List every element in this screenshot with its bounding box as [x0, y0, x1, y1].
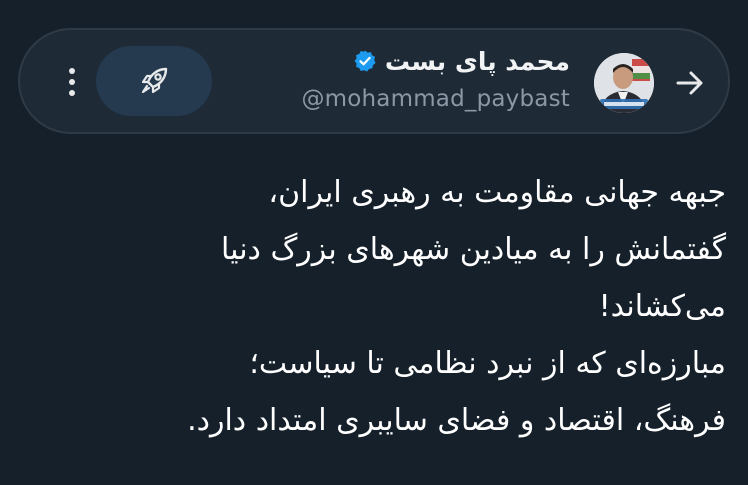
profile-header-bar: محمد پای بست @mohammad_paybast — [18, 28, 730, 134]
tweet-line: جبهه جهانی مقاومت به رهبری ایران، — [268, 175, 726, 210]
display-name[interactable]: محمد پای بست — [385, 47, 570, 76]
tweet-line: مبارزه‌ای که از نبرد نظامی تا سیاست؛ — [249, 346, 726, 381]
more-vertical-icon-dot — [69, 79, 75, 85]
more-options-button[interactable] — [60, 60, 84, 104]
avatar-image — [594, 53, 654, 113]
boost-button[interactable] — [96, 46, 212, 116]
display-name-row: محمد پای بست — [353, 42, 570, 80]
arrow-right-icon — [676, 71, 703, 95]
avatar[interactable] — [594, 53, 654, 113]
verified-badge-icon — [354, 50, 376, 72]
tweet-line: می‌کشاند! — [598, 289, 726, 324]
tweet-line: فرهنگ، اقتصاد و فضای سایبری امتداد دارد. — [187, 403, 726, 438]
back-button[interactable] — [670, 65, 710, 101]
tweet-text: جبهه جهانی مقاومت به رهبری ایران، گفتمان… — [26, 164, 726, 449]
more-vertical-icon-dot — [69, 90, 75, 96]
rocket-icon — [141, 67, 168, 94]
tweet-line: گفتمانش را به میادین شهرهای بزرگ دنیا — [221, 232, 726, 267]
user-handle[interactable]: @mohammad_paybast — [301, 86, 570, 112]
more-vertical-icon-dot — [69, 68, 75, 74]
